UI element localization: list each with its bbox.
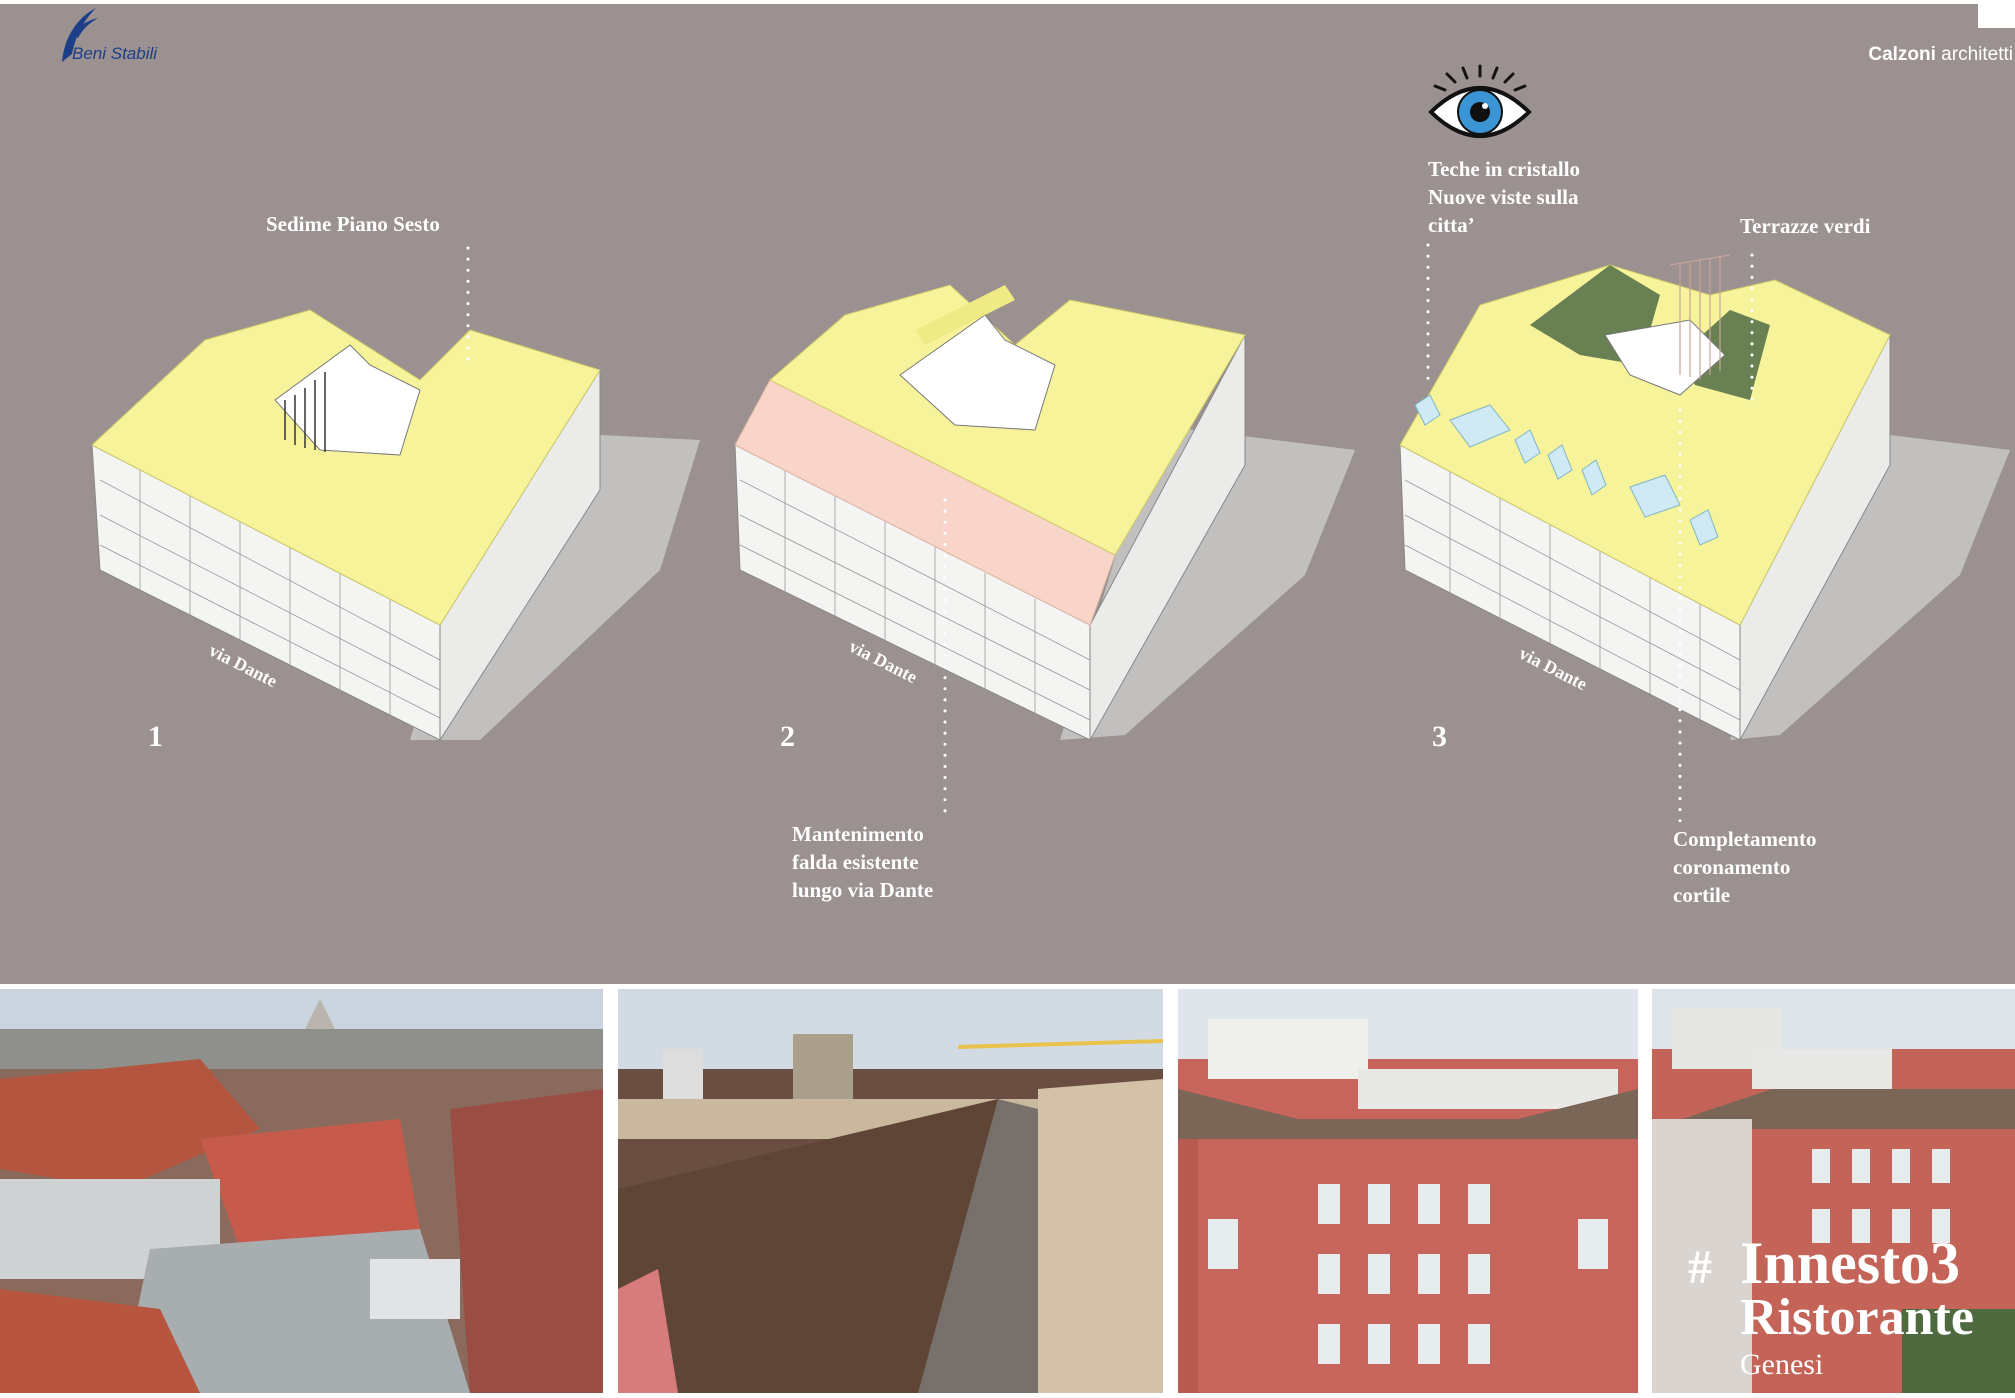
diagram-number-2: 2 [780,720,795,753]
title-hash: # [1688,1241,1712,1294]
photo-courtyard-a [1178,989,1638,1393]
label-terrazze-verdi: Terrazze verdi [1740,214,1871,238]
title-tag: Genesi [1740,1348,1824,1381]
photo-via-dante-street [618,989,1163,1393]
diagram-number-1: 1 [148,720,163,753]
label-mantenimento-falda: Mantenimento falda esistente lungo via Dan… [792,822,934,902]
label-sedime-piano-sesto: Sedime Piano Sesto [266,212,440,236]
photo-rooftops-duomo [0,989,603,1393]
label-teche-cristallo: Teche in cristallo Nuove viste sulla citta… [1428,157,1581,237]
diagram-number-3: 3 [1432,720,1447,753]
presentation-slide: Beni Stabili Calzoni architetti Sedime P… [0,0,2015,1398]
label-completamento-coronamento: Completamento coronamento cortile [1673,827,1817,907]
eye-icon [1428,64,1532,138]
title-sub: Ristorante [1740,1289,1974,1346]
title-main: Innesto3 [1740,1230,1961,1296]
